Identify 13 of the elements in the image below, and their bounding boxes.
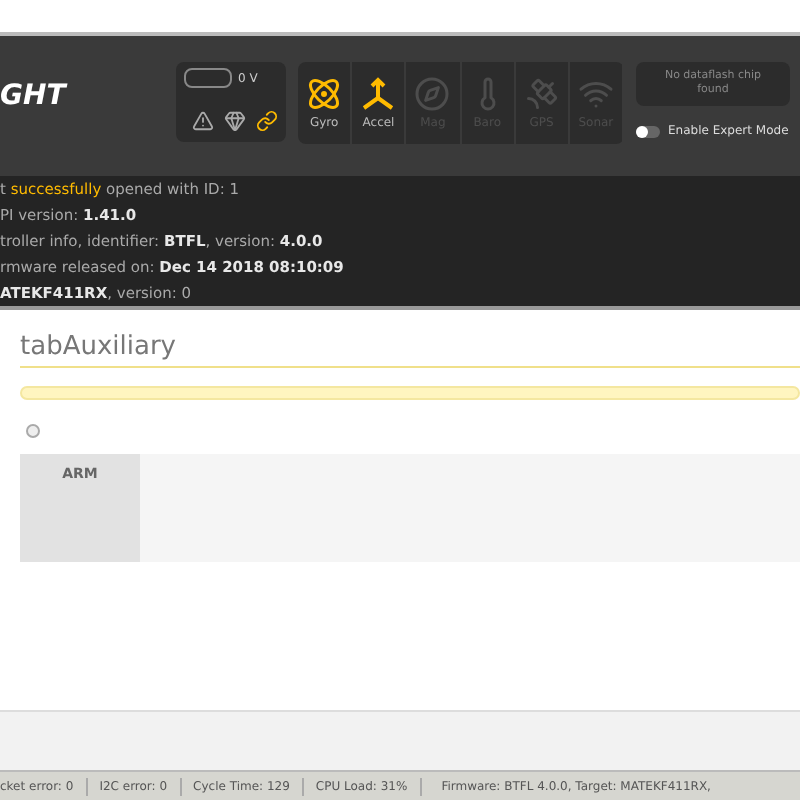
gem-icon: [224, 110, 246, 132]
battery-icon: [184, 68, 232, 88]
expert-mode-toggle[interactable]: [636, 125, 660, 137]
logo-text: GHT: [0, 82, 70, 110]
tab-title: tabAuxiliary: [20, 334, 800, 368]
arrows-icon: [360, 76, 397, 112]
satellite-icon: [523, 76, 560, 112]
waves-icon: [577, 76, 614, 112]
warning-icon: [192, 110, 214, 132]
compass-icon: [414, 76, 451, 112]
checkbox[interactable]: [26, 424, 40, 438]
link-icon: [256, 110, 278, 132]
atom-icon: [306, 76, 343, 112]
